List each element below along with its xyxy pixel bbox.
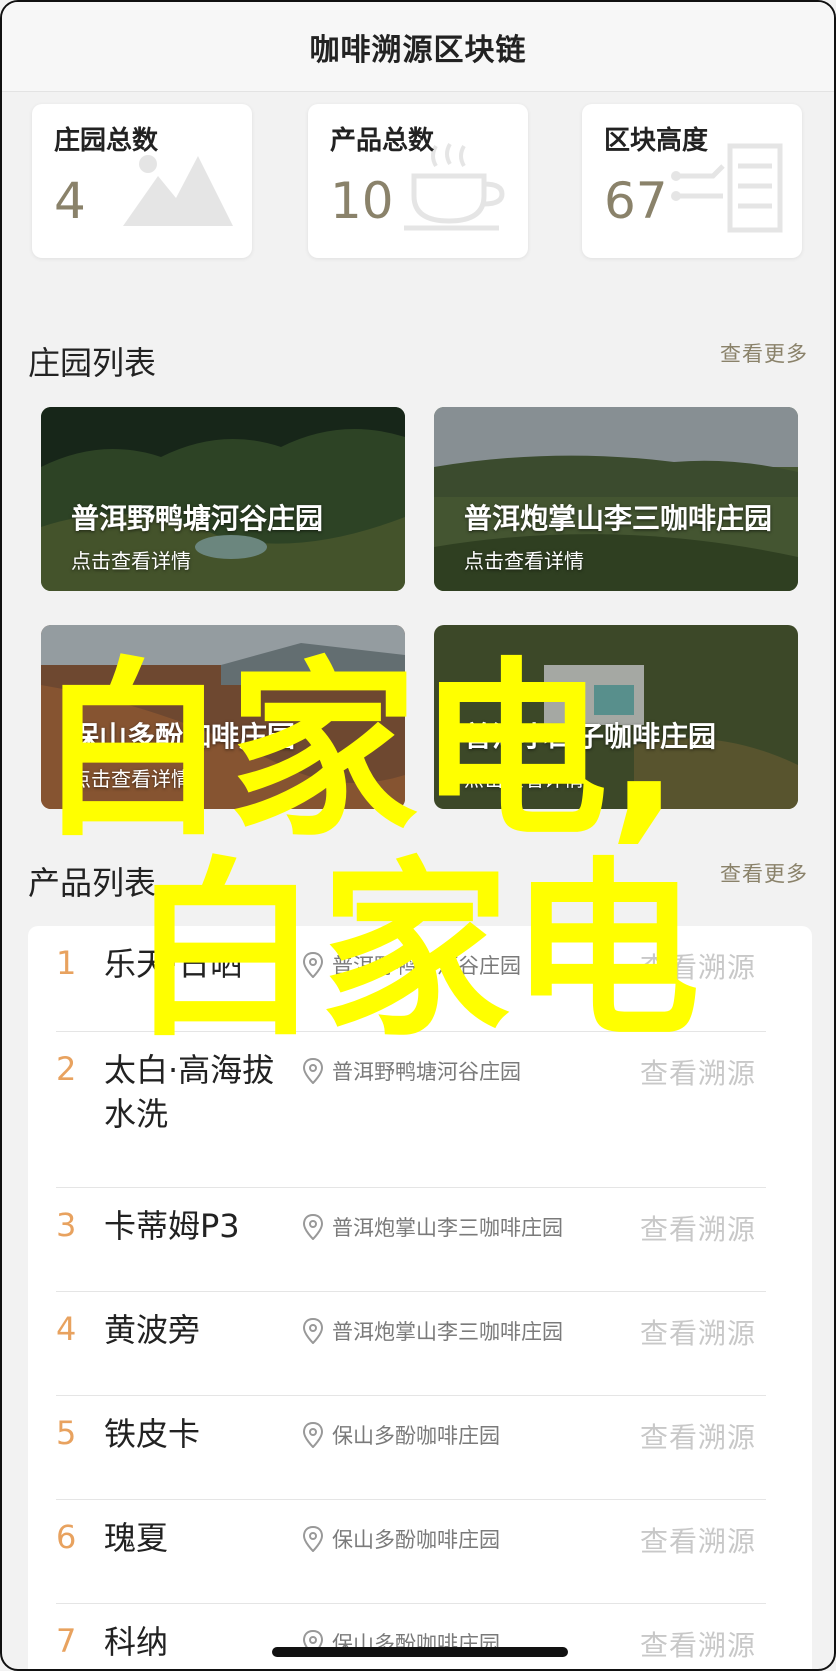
app-frame: 咖啡溯源区块链 庄园总数 4 产品总数 10 区块高度 67 庄园列表 查看更多 [0, 0, 836, 1671]
product-location-text: 普洱野鸭塘河谷庄园 [332, 954, 521, 978]
product-index: 6 [56, 1518, 77, 1556]
product-location-text: 普洱炮掌山李三咖啡庄园 [332, 1216, 563, 1240]
location-pin-icon [302, 952, 324, 978]
product-more-link[interactable]: 查看更多 [720, 858, 808, 888]
estate-name: 普洱炮掌山李三咖啡庄园 [464, 502, 773, 535]
estate-detail-hint: 点击查看详情 [464, 767, 584, 791]
view-trace-button[interactable]: 查看溯源 [640, 1312, 756, 1352]
stat-card-products: 产品总数 10 [308, 104, 528, 258]
stat-label: 区块高度 [604, 126, 709, 156]
page-title: 咖啡溯源区块链 [309, 32, 527, 68]
product-index: 1 [56, 944, 77, 982]
location-pin-icon [302, 1318, 324, 1344]
product-row[interactable]: 3 卡蒂姆P3 普洱炮掌山李三咖啡庄园 查看溯源 [56, 1188, 766, 1292]
product-location: 保山多酚咖啡庄园 [302, 1524, 500, 1554]
product-location: 普洱野鸭塘河谷庄园 [302, 1056, 521, 1086]
product-index: 3 [56, 1206, 77, 1244]
stat-value: 67 [604, 172, 668, 230]
estate-name: 普洱野鸭塘河谷庄园 [71, 502, 324, 535]
view-trace-button[interactable]: 查看溯源 [640, 946, 756, 986]
view-trace-button[interactable]: 查看溯源 [640, 1624, 756, 1664]
product-index: 7 [56, 1622, 77, 1660]
product-location: 保山多酚咖啡庄园 [302, 1420, 500, 1450]
product-location-text: 普洱野鸭塘河谷庄园 [332, 1060, 521, 1084]
estate-more-link[interactable]: 查看更多 [720, 338, 808, 368]
product-name: 铁皮卡 [104, 1415, 201, 1453]
estate-detail-hint: 点击查看详情 [71, 549, 191, 573]
product-row[interactable]: 6 瑰夏 保山多酚咖啡庄园 查看溯源 [56, 1500, 766, 1604]
product-index: 2 [56, 1050, 77, 1088]
product-row[interactable]: 2 太白·高海拔水洗 普洱野鸭塘河谷庄园 查看溯源 [56, 1032, 766, 1188]
view-trace-button[interactable]: 查看溯源 [640, 1052, 756, 1092]
product-index: 4 [56, 1310, 77, 1348]
stat-card-estates: 庄园总数 4 [32, 104, 252, 258]
product-name: 乐天·日晒 [104, 945, 243, 983]
product-location: 普洱炮掌山李三咖啡庄园 [302, 1316, 563, 1346]
view-trace-button[interactable]: 查看溯源 [640, 1416, 756, 1456]
product-row[interactable]: 5 铁皮卡 保山多酚咖啡庄园 查看溯源 [56, 1396, 766, 1500]
product-row[interactable]: 1 乐天·日晒 普洱野鸭塘河谷庄园 查看溯源 [56, 926, 766, 1032]
estate-card[interactable]: 普洱小凹子咖啡庄园 点击查看详情 [434, 625, 798, 809]
app-header: 咖啡溯源区块链 [2, 2, 834, 92]
view-trace-button[interactable]: 查看溯源 [640, 1208, 756, 1248]
stat-label: 产品总数 [330, 126, 435, 156]
estate-card[interactable]: 普洱野鸭塘河谷庄园 点击查看详情 [41, 407, 405, 591]
product-location-text: 保山多酚咖啡庄园 [332, 1424, 500, 1448]
stat-value: 10 [330, 172, 394, 230]
stat-label: 庄园总数 [54, 126, 159, 156]
product-location-text: 普洱炮掌山李三咖啡庄园 [332, 1320, 563, 1344]
location-pin-icon [302, 1422, 324, 1448]
product-name: 科纳 [104, 1623, 169, 1661]
product-location: 普洱炮掌山李三咖啡庄园 [302, 1212, 563, 1242]
product-row[interactable]: 7 科纳 保山多酚咖啡庄园 查看溯源 [56, 1604, 766, 1669]
product-location-text: 保山多酚咖啡庄园 [332, 1528, 500, 1552]
product-name: 黄波旁 [104, 1311, 201, 1349]
product-row[interactable]: 4 黄波旁 普洱炮掌山李三咖啡庄园 查看溯源 [56, 1292, 766, 1396]
product-name: 太白·高海拔水洗 [104, 1051, 275, 1133]
stat-value: 4 [54, 172, 86, 230]
stat-card-block-height: 区块高度 67 [582, 104, 802, 258]
estate-detail-hint: 点击查看详情 [71, 767, 191, 791]
location-pin-icon [302, 1214, 324, 1240]
estate-name: 保山多酚咖啡庄园 [71, 720, 296, 753]
product-list: 1 乐天·日晒 普洱野鸭塘河谷庄园 查看溯源 2 太白·高海拔水洗 普洱野鸭塘河… [28, 926, 812, 1669]
estate-section-title: 庄园列表 [28, 344, 157, 382]
product-index: 5 [56, 1414, 77, 1452]
home-indicator[interactable] [272, 1647, 568, 1657]
estate-detail-hint: 点击查看详情 [464, 549, 584, 573]
product-name: 瑰夏 [104, 1519, 169, 1557]
location-pin-icon [302, 1526, 324, 1552]
estate-card[interactable]: 保山多酚咖啡庄园 点击查看详情 [41, 625, 405, 809]
location-pin-icon [302, 1058, 324, 1084]
product-location: 普洱野鸭塘河谷庄园 [302, 950, 521, 980]
product-section-title: 产品列表 [28, 864, 157, 902]
estate-card[interactable]: 普洱炮掌山李三咖啡庄园 点击查看详情 [434, 407, 798, 591]
view-trace-button[interactable]: 查看溯源 [640, 1520, 756, 1560]
product-name: 卡蒂姆P3 [104, 1207, 240, 1245]
estate-name: 普洱小凹子咖啡庄园 [464, 720, 717, 753]
